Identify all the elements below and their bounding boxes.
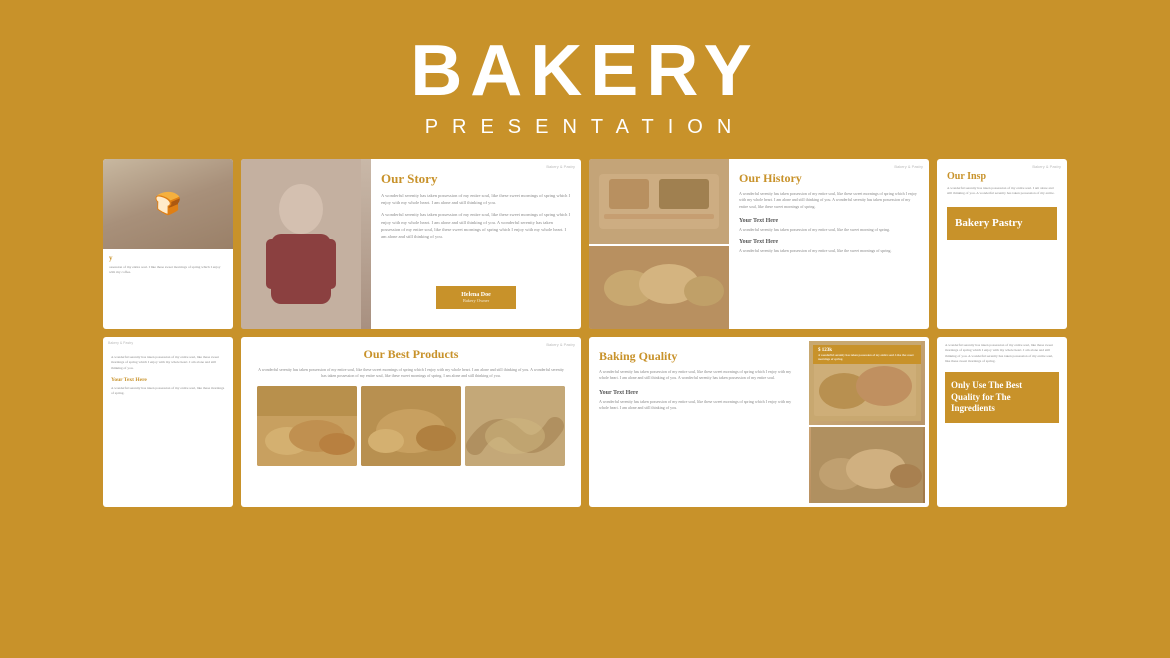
inspo-body: A wonderful serenity has taken possessio… [947,186,1057,197]
header: BAKERY PRESENTATION [0,0,1170,159]
inspo-box: Bakery Pastry [947,207,1057,240]
history-subtext2: A wonderful serenity has taken possessio… [739,248,919,254]
quality-subheading: Your Text Here [599,390,799,396]
best-body: A wonderful serenity has taken possessio… [945,343,1059,364]
quality-img-bottom [809,427,925,503]
bottom-left-subtext: A wonderful serenity has taken possessio… [111,386,225,397]
author-role: Bakery Owner [448,298,504,303]
history-title: Our History [739,171,919,186]
slide-partial-left-bottom: Bakery & Pastry A wonderful serenity has… [103,337,233,507]
quality-subtext: A wonderful serenity has taken possessio… [599,399,799,412]
top-row: 🍞 y ossession of my entire soul. I like … [10,159,1160,329]
price-badge: $ 123k A wonderful serenity has taken po… [813,345,921,364]
history-subheading2: Your Text Here [739,239,919,245]
partial-left-image: 🍞 [103,159,233,249]
history-subheading1: Your Text Here [739,218,919,224]
bottom-left-text: A wonderful serenity has taken possessio… [111,355,225,371]
product-img-2 [361,386,461,466]
main-title: BAKERY [0,30,1170,112]
story-title: Our Story [381,171,571,187]
inspo-box-title: Bakery Pastry [955,217,1049,230]
history-img-bottom [589,246,729,329]
author-box: Helena Doe Bakery Owner [436,286,516,309]
quality-body: A wonderful serenity has taken possessio… [599,369,799,382]
bottom-left-content: A wonderful serenity has taken possessio… [103,349,233,507]
story-image [241,159,371,329]
history-layout: Our History A wonderful serenity has tak… [589,159,929,329]
history-content: Our History A wonderful serenity has tak… [729,159,929,329]
quality-layout: Baking Quality A wonderful serenity has … [589,337,929,507]
product-img-1 [257,386,357,466]
inspiration-content: Our Insp A wonderful serenity has taken … [937,159,1067,329]
story-body2: A wonderful serenity has taken possessio… [381,211,571,240]
slide-inspiration: Bakery & Pastry Our Insp A wonderful ser… [937,159,1067,329]
partial-left-title: y [109,254,227,262]
best-box-title: Only Use The Best Quality for The Ingred… [951,380,1053,415]
quality-img-top: $ 123k A wonderful serenity has taken po… [809,341,925,425]
story-body1: A wonderful serenity has taken possessio… [381,192,571,206]
history-img-top [589,159,729,244]
quality-title: Baking Quality [599,349,799,364]
story-content: Our Story A wonderful serenity has taken… [371,159,581,329]
slide2-tag: Bakery & Pastry [894,164,923,169]
slide-story-layout: Our Story A wonderful serenity has taken… [241,159,581,329]
best-content: A wonderful serenity has taken possessio… [937,337,1067,507]
slide-best-products: Bakery & Pastry Our Best Products A wond… [241,337,581,507]
slide3-tag: Bakery & Pastry [1032,164,1061,169]
history-subtext1: A wonderful serenity has taken possessio… [739,227,919,233]
product-img-3 [465,386,565,466]
history-images [589,159,729,329]
products-title: Our Best Products [255,347,567,362]
slide-only-best: A wonderful serenity has taken possessio… [937,337,1067,507]
products-body: A wonderful serenity has taken possessio… [255,367,567,380]
slide-our-story: Bakery & Pastry Our Story A wonderful se… [241,159,581,329]
partial-left-text: ossession of my entire soul. I like thes… [109,265,227,275]
price-desc: A wonderful serenity has taken possessio… [818,353,916,361]
best-box: Only Use The Best Quality for The Ingred… [945,372,1059,423]
inspo-title: Our Insp [947,171,1057,182]
products-layout: Our Best Products A wonderful serenity h… [241,337,581,507]
main-subtitle: PRESENTATION [0,116,1170,139]
slide-baking-quality: Bakery & Pastry Baking Quality A wonderf… [589,337,929,507]
products-images [255,386,567,466]
slide-our-history: Bakery & Pastry [589,159,929,329]
history-body: A wonderful serenity has taken possessio… [739,191,919,210]
quality-images: $ 123k A wonderful serenity has taken po… [809,337,929,507]
quality-content: Baking Quality A wonderful serenity has … [589,337,809,507]
slides-container: 🍞 y ossession of my entire soul. I like … [0,159,1170,517]
bottom-left-subheading: Your Text Here [111,377,225,383]
bottom-row: Bakery & Pastry A wonderful serenity has… [10,337,1160,507]
slide4-tag-left: Bakery & Pastry [103,337,233,349]
slide-partial-left-top: 🍞 y ossession of my entire soul. I like … [103,159,233,329]
